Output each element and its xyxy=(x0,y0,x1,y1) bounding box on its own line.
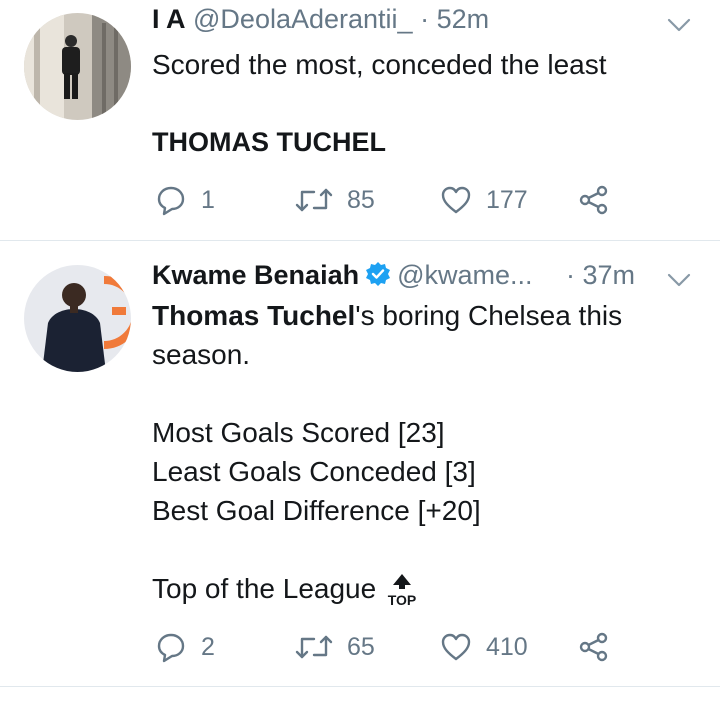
chevron-down-icon[interactable] xyxy=(666,12,692,38)
tweet-text-line: Top of the League TOP xyxy=(152,569,622,618)
reply-icon xyxy=(157,186,185,216)
avatar-image xyxy=(24,13,131,120)
tweet-header: I A @DeolaAderantii_ · 52m xyxy=(152,2,489,36)
reply-button[interactable]: 1 xyxy=(155,183,215,217)
tweet-text: Thomas Tuchel's boring Chelsea this seas… xyxy=(152,296,622,618)
retweet-button[interactable]: 85 xyxy=(295,183,375,217)
author-handle[interactable]: @kwame... xyxy=(397,260,532,290)
like-button[interactable]: 410 xyxy=(440,630,528,664)
retweet-icon xyxy=(295,188,333,212)
stat-line: Best Goal Difference [+20] xyxy=(152,495,481,526)
tweet-text-line: THOMAS TUCHEL xyxy=(152,127,386,157)
share-button[interactable] xyxy=(578,630,610,664)
top-arrow-icon: TOP xyxy=(388,574,417,608)
tweet-2[interactable]: Kwame Benaiah @kwame... · 37m Thomas Tuc… xyxy=(0,241,720,686)
divider xyxy=(0,686,720,687)
stat-line: Most Goals Scored [23] xyxy=(152,417,445,448)
closing-text: Top of the League xyxy=(152,573,377,604)
chevron-down-icon[interactable] xyxy=(666,267,692,293)
top-arrow-emoji: TOP xyxy=(384,572,420,618)
verified-badge-icon xyxy=(366,262,391,286)
share-icon xyxy=(579,632,608,662)
tweet-text-line: Thomas Tuchel's boring Chelsea this xyxy=(152,296,622,335)
retweet-button[interactable]: 65 xyxy=(295,630,375,664)
avatar-image xyxy=(24,265,131,372)
reply-count: 2 xyxy=(201,632,215,661)
tweet-text-line: season. xyxy=(152,339,251,370)
reply-button[interactable]: 2 xyxy=(155,630,215,664)
like-button[interactable]: 177 xyxy=(440,183,528,217)
avatar[interactable] xyxy=(24,265,131,372)
stat-line: Least Goals Conceded [3] xyxy=(152,456,476,487)
mention-text: Thomas Tuchel xyxy=(152,300,356,331)
tweet-1[interactable]: I A @DeolaAderantii_ · 52m Scored the mo… xyxy=(0,0,720,240)
like-count: 177 xyxy=(486,185,528,214)
heart-icon xyxy=(441,633,471,661)
share-icon xyxy=(579,185,608,215)
tweet-time[interactable]: · 37m xyxy=(566,258,635,292)
tweet-actions: 1 85 177 xyxy=(155,183,625,217)
author-name[interactable]: I A xyxy=(152,4,186,34)
author-handle[interactable]: @DeolaAderantii_ xyxy=(193,4,413,34)
reply-icon xyxy=(157,633,185,663)
retweet-count: 85 xyxy=(347,185,375,214)
heart-icon xyxy=(441,186,471,214)
like-count: 410 xyxy=(486,632,528,661)
tweet-text-rest: 's boring Chelsea this xyxy=(355,300,623,331)
retweet-icon xyxy=(295,635,333,659)
tweet-time[interactable]: · 52m xyxy=(420,4,489,34)
tweet-actions: 2 65 410 xyxy=(155,630,625,664)
reply-count: 1 xyxy=(201,185,215,214)
retweet-count: 65 xyxy=(347,632,375,661)
tweet-header: Kwame Benaiah @kwame... xyxy=(152,258,533,292)
tweet-text-line: Scored the most, conceded the least xyxy=(152,49,607,80)
share-button[interactable] xyxy=(578,183,610,217)
top-emoji-text: TOP xyxy=(388,592,417,608)
avatar[interactable] xyxy=(24,13,131,120)
author-name[interactable]: Kwame Benaiah xyxy=(152,260,359,290)
tweet-text: Scored the most, conceded the least THOM… xyxy=(152,45,607,162)
